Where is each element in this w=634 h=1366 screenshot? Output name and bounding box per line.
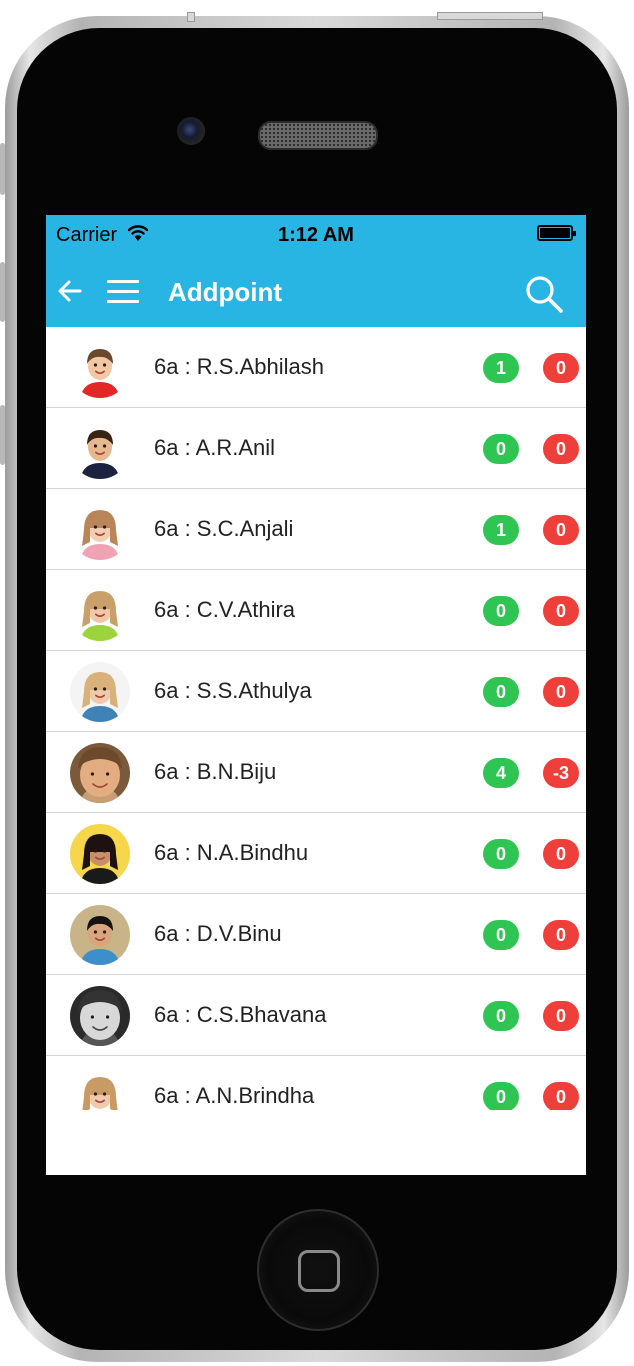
- student-row[interactable]: 6a : C.V.Athira 0 0: [46, 570, 586, 651]
- earpiece-speaker: [258, 121, 378, 150]
- phone-volume-up: [0, 262, 5, 322]
- student-avatar: [70, 1067, 130, 1110]
- arrow-left-icon[interactable]: [56, 277, 84, 305]
- battery-icon: [537, 225, 576, 241]
- hamburger-menu-icon[interactable]: [107, 280, 139, 304]
- student-avatar: [70, 662, 130, 722]
- student-avatar: [70, 338, 130, 398]
- positive-points-badge[interactable]: 0: [483, 1001, 519, 1031]
- student-row[interactable]: 6a : C.S.Bhavana 0 0: [46, 975, 586, 1056]
- phone-volume-down: [0, 405, 5, 465]
- phone-top-button: [187, 12, 195, 22]
- negative-points-badge[interactable]: -3: [543, 758, 579, 788]
- student-avatar: [70, 905, 130, 965]
- student-avatar: [70, 824, 130, 884]
- student-row[interactable]: 6a : A.R.Anil 0 0: [46, 408, 586, 489]
- negative-points-badge[interactable]: 0: [543, 596, 579, 626]
- status-bar: Carrier 1:12 AM: [46, 215, 586, 255]
- positive-points-badge[interactable]: 0: [483, 434, 519, 464]
- student-row[interactable]: 6a : B.N.Biju 4 -3: [46, 732, 586, 813]
- student-name: 6a : D.V.Binu: [154, 921, 282, 946]
- student-name: 6a : A.R.Anil: [154, 435, 276, 460]
- negative-points-badge[interactable]: 0: [543, 515, 579, 545]
- positive-points-badge[interactable]: 0: [483, 1082, 519, 1110]
- student-avatar: [70, 743, 130, 803]
- negative-points-badge[interactable]: 0: [543, 839, 579, 869]
- student-row[interactable]: 6a : D.V.Binu 0 0: [46, 894, 586, 975]
- student-name: 6a : N.A.Bindhu: [154, 840, 309, 865]
- positive-points-badge[interactable]: 0: [483, 596, 519, 626]
- home-button[interactable]: [257, 1209, 379, 1331]
- phone-mute-switch: [0, 143, 5, 195]
- student-row[interactable]: 6a : S.C.Anjali 1 0: [46, 489, 586, 570]
- student-name: 6a : C.V.Athira: [154, 597, 296, 622]
- app-screen: Carrier 1:12 AM Addpoint 6a : R.S.Abhila…: [46, 215, 586, 1175]
- positive-points-badge[interactable]: 0: [483, 920, 519, 950]
- home-button-icon: [298, 1250, 340, 1292]
- status-time: 1:12 AM: [278, 224, 354, 246]
- student-name: 6a : R.S.Abhilash: [154, 354, 324, 379]
- front-camera: [177, 117, 205, 145]
- student-row[interactable]: 6a : A.N.Brindha 0 0: [46, 1056, 586, 1110]
- positive-points-badge[interactable]: 1: [483, 353, 519, 383]
- negative-points-badge[interactable]: 0: [543, 677, 579, 707]
- page-title: Addpoint: [168, 277, 283, 307]
- student-row[interactable]: 6a : R.S.Abhilash 1 0: [46, 327, 586, 408]
- negative-points-badge[interactable]: 0: [543, 434, 579, 464]
- student-row[interactable]: 6a : S.S.Athulya 0 0: [46, 651, 586, 732]
- search-icon[interactable]: [524, 274, 564, 314]
- student-avatar: [70, 986, 130, 1046]
- student-list: 6a : R.S.Abhilash 1 0 6a : A.R.Anil 0 0 …: [46, 327, 586, 1110]
- student-name: 6a : A.N.Brindha: [154, 1083, 315, 1108]
- student-avatar: [70, 419, 130, 479]
- app-header: Addpoint: [46, 255, 586, 327]
- negative-points-badge[interactable]: 0: [543, 1082, 579, 1110]
- student-name: 6a : B.N.Biju: [154, 759, 277, 784]
- positive-points-badge[interactable]: 1: [483, 515, 519, 545]
- student-name: 6a : S.C.Anjali: [154, 516, 294, 541]
- student-name: 6a : C.S.Bhavana: [154, 1002, 327, 1027]
- negative-points-badge[interactable]: 0: [543, 920, 579, 950]
- phone-power-button: [437, 12, 543, 20]
- positive-points-badge[interactable]: 0: [483, 677, 519, 707]
- positive-points-badge[interactable]: 0: [483, 839, 519, 869]
- negative-points-badge[interactable]: 0: [543, 1001, 579, 1031]
- student-avatar: [70, 500, 130, 560]
- student-row[interactable]: 6a : N.A.Bindhu 0 0: [46, 813, 586, 894]
- negative-points-badge[interactable]: 0: [543, 353, 579, 383]
- positive-points-badge[interactable]: 4: [483, 758, 519, 788]
- student-avatar: [70, 581, 130, 641]
- student-name: 6a : S.S.Athulya: [154, 678, 312, 703]
